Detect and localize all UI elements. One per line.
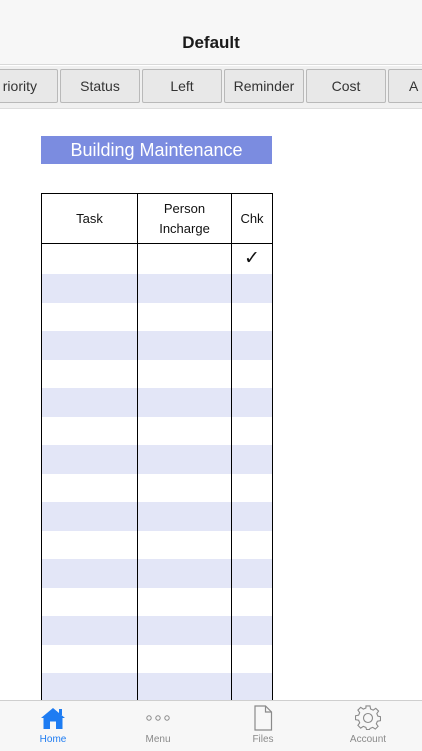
table-row[interactable]: [42, 417, 272, 446]
tabbar-menu[interactable]: Menu: [108, 701, 208, 751]
column-divider: [137, 194, 138, 700]
table-row[interactable]: [42, 360, 272, 389]
gear-icon: [355, 705, 381, 731]
table-row[interactable]: [42, 673, 272, 700]
column-divider: [231, 194, 232, 700]
header-person-incharge: Person Incharge: [138, 194, 231, 243]
tabbar-files-label: Files: [252, 734, 274, 745]
table-row[interactable]: [42, 388, 272, 417]
table-row[interactable]: [42, 331, 272, 360]
table-row[interactable]: [42, 559, 272, 588]
table-row[interactable]: [42, 274, 272, 303]
tabbar-home[interactable]: Home: [3, 701, 103, 751]
task-table[interactable]: Task Person Incharge Chk ✓: [41, 193, 273, 700]
table-row[interactable]: [42, 474, 272, 503]
tab-left[interactable]: Left: [142, 69, 222, 103]
tabbar-home-label: Home: [39, 734, 67, 745]
tab-cost[interactable]: Cost: [306, 69, 386, 103]
tab-reminder[interactable]: Reminder: [224, 69, 304, 103]
table-row[interactable]: [42, 303, 272, 332]
more-dots-icon: [146, 705, 170, 731]
header-person-line1: Person: [163, 200, 206, 216]
tabbar-menu-label: Menu: [145, 734, 171, 745]
tab-partial[interactable]: A: [388, 69, 422, 103]
column-tabs[interactable]: riority Status Left Reminder Cost A: [0, 66, 422, 109]
header-task: Task: [76, 210, 103, 226]
nav-title: Default: [182, 33, 240, 52]
header-person-line2: Incharge: [159, 220, 210, 236]
tabbar-files[interactable]: Files: [213, 701, 313, 751]
table-row[interactable]: [42, 502, 272, 531]
table-row[interactable]: [42, 531, 272, 560]
navigation-bar: Default: [0, 0, 422, 65]
header-chk: Chk: [240, 210, 264, 226]
home-icon: [40, 705, 66, 731]
table-row[interactable]: [42, 616, 272, 645]
table-row[interactable]: [42, 445, 272, 474]
tab-status[interactable]: Status: [60, 69, 140, 103]
table-header: Task Person Incharge Chk: [42, 194, 272, 244]
tabbar-account-label: Account: [349, 734, 387, 745]
tabbar-account[interactable]: Account: [318, 701, 418, 751]
check-mark[interactable]: ✓: [232, 244, 272, 272]
file-icon: [253, 705, 273, 731]
table-row[interactable]: ✓: [42, 244, 272, 273]
table-row[interactable]: [42, 645, 272, 674]
table-row[interactable]: [42, 588, 272, 617]
sheet-title: Building Maintenance: [41, 136, 272, 164]
tab-priority[interactable]: riority: [0, 69, 58, 103]
bottom-tab-bar: Home Menu Files Account: [0, 700, 422, 751]
